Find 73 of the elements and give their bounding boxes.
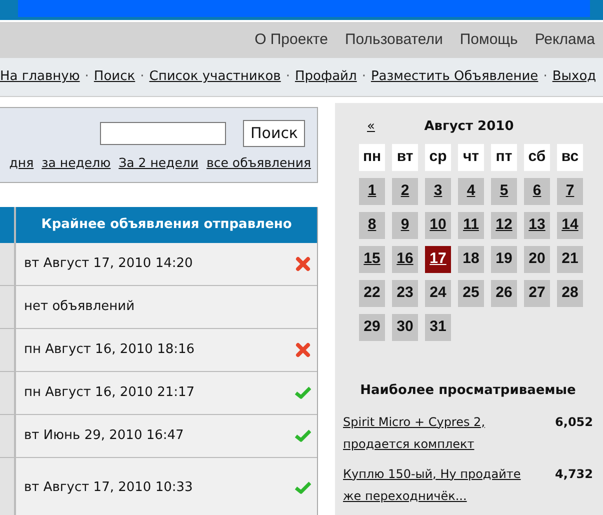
- day-cell: 24: [425, 280, 451, 307]
- weekday-header: пн: [359, 144, 385, 171]
- separator-dot: ·: [542, 68, 548, 86]
- day-link[interactable]: 1: [359, 178, 385, 205]
- day-link[interactable]: 5: [491, 178, 517, 205]
- calendar-title: Август 2010: [424, 118, 514, 136]
- date-text: пн Август 16, 2010 18:16: [24, 341, 195, 360]
- day-link[interactable]: 6: [524, 178, 550, 205]
- day-link[interactable]: 10: [425, 212, 451, 239]
- nav-link[interactable]: На главную: [0, 67, 80, 87]
- day-link[interactable]: 13: [524, 212, 550, 239]
- day-cell: 20: [524, 246, 550, 273]
- day-link[interactable]: 15: [359, 246, 385, 273]
- day-cell: 19: [491, 246, 517, 273]
- day-cell: 28: [557, 280, 583, 307]
- separator-dot: ·: [139, 68, 146, 86]
- day-link[interactable]: 14: [557, 212, 583, 239]
- search-field[interactable]: [100, 122, 226, 145]
- day-link[interactable]: 16: [392, 246, 418, 273]
- search-button[interactable]: Поиск: [243, 120, 305, 147]
- day-cell: 18: [458, 246, 484, 273]
- nav-link[interactable]: Выход: [552, 67, 596, 87]
- day-link[interactable]: 7: [557, 178, 583, 205]
- day-link[interactable]: 12: [491, 212, 517, 239]
- separator-dot: ·: [84, 68, 90, 86]
- day-link[interactable]: 2: [392, 178, 418, 205]
- date-text: пн Август 16, 2010 21:17: [24, 384, 195, 402]
- separator-dot: ·: [360, 68, 367, 86]
- date-text: нет объявлений: [24, 298, 135, 316]
- weekday-header: пт: [491, 144, 517, 171]
- day-cell: 26: [491, 280, 517, 307]
- period-link[interactable]: за неделю: [42, 154, 111, 173]
- day-link[interactable]: 17: [425, 246, 451, 273]
- separator-dot: ·: [284, 68, 291, 86]
- nav-link[interactable]: Список участников: [149, 67, 281, 87]
- day-cell: 30: [392, 314, 418, 341]
- day-cell: 23: [392, 280, 418, 307]
- weekday-header: чт: [458, 144, 484, 171]
- date-text: вт Июнь 29, 2010 16:47: [24, 427, 184, 446]
- weekday-header: ср: [425, 144, 451, 171]
- period-link[interactable]: дня: [9, 154, 34, 173]
- period-link[interactable]: За 2 недели: [118, 154, 199, 173]
- period-link[interactable]: все объявления: [206, 154, 311, 173]
- day-cell: 29: [359, 314, 385, 341]
- day-cell: 22: [359, 280, 385, 307]
- weekday-header: сб: [524, 144, 550, 171]
- date-text: вт Август 17, 2010 10:33: [24, 478, 193, 497]
- day-link[interactable]: 3: [425, 178, 451, 205]
- nav-link[interactable]: Профайл: [294, 67, 357, 87]
- day-link[interactable]: 8: [359, 212, 385, 239]
- menu-link[interactable]: Реклама: [534, 28, 595, 52]
- day-link[interactable]: 4: [458, 178, 484, 205]
- listing-link[interactable]: Spirit Micro + Cypres 2, продается комплект: [343, 410, 538, 454]
- nav-link[interactable]: Разместить Объявление: [370, 67, 538, 87]
- day-cell: 25: [458, 280, 484, 307]
- view-count: 6,052: [555, 414, 593, 430]
- view-count: 4,732: [555, 466, 593, 482]
- menu-link[interactable]: Помощь: [460, 28, 518, 52]
- day-cell: 27: [524, 280, 550, 307]
- weekday-header: вт: [392, 144, 418, 171]
- column-header: Крайнее объявления отправлено: [16, 207, 317, 243]
- day-link[interactable]: 9: [392, 212, 418, 239]
- day-cell: 31: [425, 314, 451, 341]
- menu-link[interactable]: О Проекте: [254, 28, 328, 52]
- previous-month-link[interactable]: «: [367, 117, 375, 137]
- menu-link[interactable]: Пользователи: [344, 28, 443, 52]
- listing-link[interactable]: Куплю 150-ый, Ну продайте же переходничёк...: [343, 462, 538, 506]
- day-link[interactable]: 11: [458, 212, 484, 239]
- nav-link[interactable]: Поиск: [94, 67, 136, 87]
- day-cell: 21: [557, 246, 583, 273]
- date-text: вт Август 17, 2010 14:20: [24, 255, 193, 274]
- weekday-header: вс: [557, 144, 583, 171]
- section-title: Наиболее просматриваемые: [359, 382, 577, 400]
